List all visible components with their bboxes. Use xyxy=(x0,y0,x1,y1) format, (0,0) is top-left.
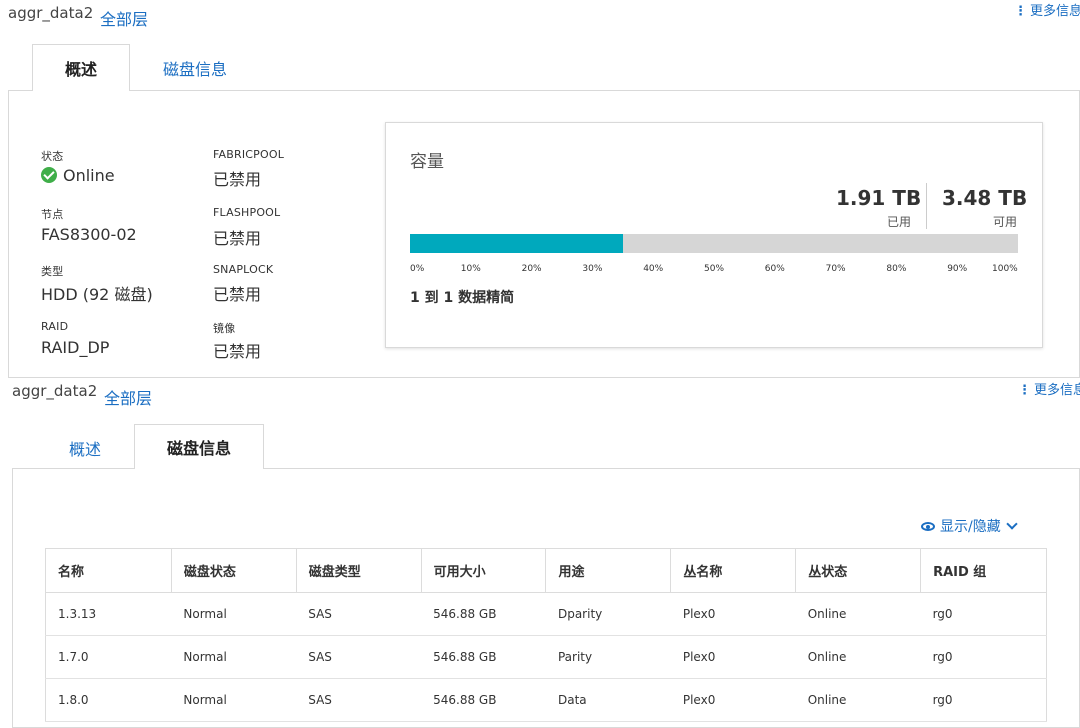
more-vertical-icon: ⋮ xyxy=(1018,383,1031,398)
capacity-tick-label: 40% xyxy=(643,264,664,274)
status-value: Online xyxy=(41,166,115,185)
cell-plex-name: Plex0 xyxy=(670,635,796,679)
table-row[interactable]: 1.7.0 Normal SAS 546.88 GB Parity Plex0 … xyxy=(45,635,1047,679)
check-circle-icon xyxy=(41,167,57,183)
cell-disk-type: SAS xyxy=(296,635,422,679)
disk-table: 名称 磁盘状态 磁盘类型 可用大小 用途 丛名称 丛状态 RAID 组 1.3.… xyxy=(45,548,1047,722)
column-header-disk-status[interactable]: 磁盘状态 xyxy=(170,548,297,593)
cell-usage: Parity xyxy=(545,635,671,679)
snaplock-value: 已禁用 xyxy=(213,285,262,304)
cell-disk-type: SAS xyxy=(296,592,422,636)
column-header-raid-group[interactable]: RAID 组 xyxy=(920,548,1047,593)
aggregate-name: aggr_data2 xyxy=(8,4,94,22)
table-header-row: 名称 磁盘状态 磁盘类型 可用大小 用途 丛名称 丛状态 RAID 组 xyxy=(45,548,1047,593)
available-capacity-label: 可用 xyxy=(993,215,1018,229)
capacity-divider xyxy=(926,183,927,229)
fabricpool-value: 已禁用 xyxy=(213,170,262,189)
tab-overview[interactable]: 概述 xyxy=(36,424,134,471)
capacity-tick-label: 100% xyxy=(992,264,1018,274)
cell-disk-status: Normal xyxy=(171,592,297,636)
cell-plex-name: Plex0 xyxy=(670,592,796,636)
raid-label: RAID xyxy=(41,320,69,333)
cell-disk-status: Normal xyxy=(171,678,297,722)
capacity-tick-label: 10% xyxy=(460,264,481,274)
cell-usage: Dparity xyxy=(545,592,671,636)
capacity-bar-used xyxy=(410,234,623,253)
mirror-value: 已禁用 xyxy=(213,342,262,361)
cell-plex-status: Online xyxy=(795,635,921,679)
disk-info-panel: aggr_data2 全部层 ⋮ 更多信息 概述 磁盘信息 显示/隐藏 名称 磁盘… xyxy=(0,378,1080,728)
used-capacity-label: 已用 xyxy=(887,215,912,229)
node-label: 节点 xyxy=(41,208,64,221)
fabricpool-label: FABRICPOOL xyxy=(213,148,285,161)
status-label: 状态 xyxy=(41,150,64,163)
available-capacity-value: 3.48 TB xyxy=(942,186,1028,210)
cell-plex-status: Online xyxy=(795,592,921,636)
cell-name: 1.3.13 xyxy=(45,592,172,636)
more-info-link[interactable]: ⋮ 更多信息 xyxy=(1018,379,1080,398)
capacity-card: 容量 1.91 TB 已用 3.48 TB 可用 0% 10% 20% 30% 40% 5… xyxy=(385,122,1043,348)
thin-provisioning-note: 1 到 1 数据精简 xyxy=(410,290,515,306)
used-capacity-value: 1.91 TB xyxy=(836,186,922,210)
capacity-tick-label: 50% xyxy=(704,264,725,274)
column-header-disk-type[interactable]: 磁盘类型 xyxy=(295,548,422,593)
more-info-link[interactable]: ⋮ 更多信息 xyxy=(1014,0,1080,19)
capacity-tick-label: 60% xyxy=(764,264,785,274)
tab-disk-info[interactable]: 磁盘信息 xyxy=(134,424,264,469)
capacity-title: 容量 xyxy=(410,152,444,172)
column-header-usable-size[interactable]: 可用大小 xyxy=(420,548,547,593)
all-tiers-link[interactable]: 全部层 xyxy=(104,385,152,409)
node-value: FAS8300-02 xyxy=(41,225,137,244)
tab-disk-info[interactable]: 磁盘信息 xyxy=(140,44,250,91)
cell-plex-status: Online xyxy=(795,678,921,722)
cell-raid-group: rg0 xyxy=(920,635,1047,679)
chevron-down-icon xyxy=(1006,518,1018,530)
cell-name: 1.7.0 xyxy=(45,635,172,679)
cell-usable-size: 546.88 GB xyxy=(421,592,546,636)
cell-name: 1.8.0 xyxy=(45,678,172,722)
capacity-tick-label: 0% xyxy=(410,264,425,274)
cell-usage: Data xyxy=(545,678,671,722)
type-label: 类型 xyxy=(41,265,64,278)
cell-raid-group: rg0 xyxy=(920,678,1047,722)
table-row[interactable]: 1.3.13 Normal SAS 546.88 GB Dparity Plex… xyxy=(45,592,1047,636)
capacity-tick-label: 70% xyxy=(825,264,846,274)
aggregate-name: aggr_data2 xyxy=(12,382,98,400)
cell-plex-name: Plex0 xyxy=(670,678,796,722)
flashpool-value: 已禁用 xyxy=(213,229,262,248)
eye-icon xyxy=(921,522,935,531)
tab-overview[interactable]: 概述 xyxy=(32,44,130,91)
capacity-tick-label: 30% xyxy=(582,264,603,274)
snaplock-label: SNAPLOCK xyxy=(213,263,274,276)
column-header-name[interactable]: 名称 xyxy=(45,548,172,593)
show-hide-columns-button[interactable]: 显示/隐藏 xyxy=(921,516,1018,536)
table-row[interactable]: 1.8.0 Normal SAS 546.88 GB Data Plex0 On… xyxy=(45,678,1047,722)
cell-disk-type: SAS xyxy=(296,678,422,722)
cell-usable-size: 546.88 GB xyxy=(421,635,546,679)
cell-usable-size: 546.88 GB xyxy=(421,678,546,722)
cell-disk-status: Normal xyxy=(171,635,297,679)
column-header-usage[interactable]: 用途 xyxy=(545,548,672,593)
more-vertical-icon: ⋮ xyxy=(1014,4,1027,19)
mirror-label: 镜像 xyxy=(213,322,236,335)
all-tiers-link[interactable]: 全部层 xyxy=(100,6,148,30)
cell-raid-group: rg0 xyxy=(920,592,1047,636)
column-header-plex-status[interactable]: 丛状态 xyxy=(795,548,922,593)
type-value: HDD (92 磁盘) xyxy=(41,285,153,304)
capacity-tick-label: 90% xyxy=(947,264,968,274)
raid-value: RAID_DP xyxy=(41,338,110,357)
capacity-tick-label: 20% xyxy=(521,264,542,274)
column-header-plex-name[interactable]: 丛名称 xyxy=(670,548,797,593)
capacity-tick-label: 80% xyxy=(886,264,907,274)
capacity-bar xyxy=(410,234,1018,253)
overview-panel: aggr_data2 全部层 ⋮ 更多信息 概述 磁盘信息 状态 Online 节… xyxy=(0,0,1080,378)
flashpool-label: FLASHPOOL xyxy=(213,206,281,219)
